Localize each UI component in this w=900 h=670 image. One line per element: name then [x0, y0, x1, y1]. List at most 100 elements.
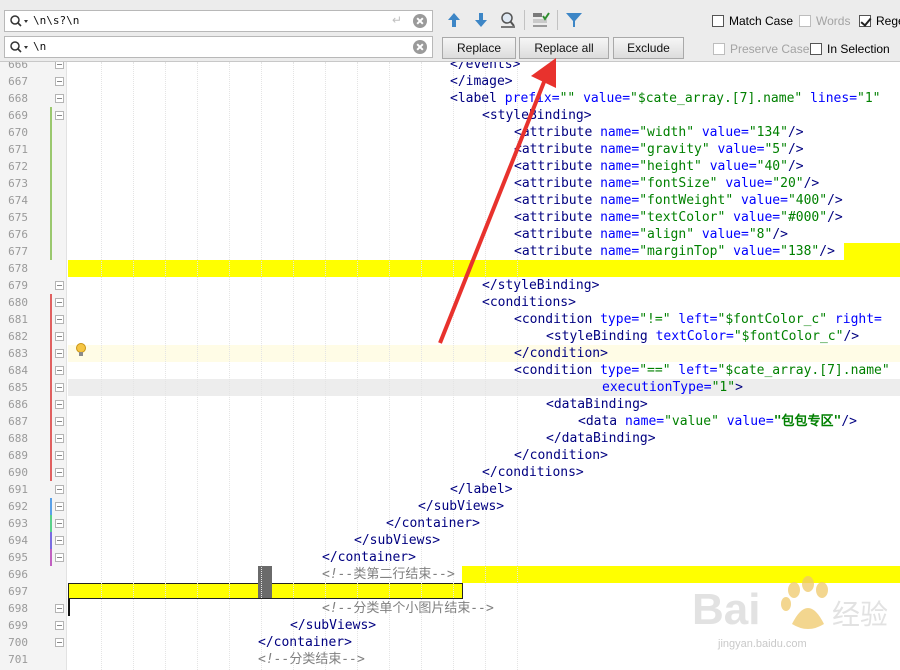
code-line[interactable]: </subViews> — [68, 532, 900, 549]
regex-box[interactable] — [859, 15, 871, 27]
change-marker[interactable] — [50, 107, 52, 124]
in-selection-box[interactable] — [810, 43, 822, 55]
fold-toggle-icon[interactable] — [55, 366, 64, 375]
code-line[interactable]: <data name="value" value="包包专区"/> — [68, 413, 900, 430]
code-line[interactable]: <styleBinding> — [68, 107, 900, 124]
find-all-icon[interactable] — [498, 10, 518, 30]
change-marker[interactable] — [50, 447, 52, 464]
code-line[interactable]: <attribute name="fontWeight" value="400"… — [68, 192, 900, 209]
new-line-icon[interactable]: ↵ — [392, 13, 406, 27]
fold-toggle-icon[interactable] — [55, 349, 64, 358]
fold-toggle-icon[interactable] — [55, 468, 64, 477]
fold-toggle-icon[interactable] — [55, 315, 64, 324]
replace-history-icon[interactable] — [9, 40, 31, 54]
change-marker[interactable] — [50, 498, 52, 515]
change-marker[interactable] — [50, 464, 52, 481]
code-line[interactable]: </label> — [68, 481, 900, 498]
change-marker[interactable] — [50, 124, 52, 141]
change-marker[interactable] — [50, 243, 52, 260]
code-line[interactable]: <condition type="==" left="$cate_array.[… — [68, 362, 900, 379]
change-marker[interactable] — [50, 158, 52, 175]
code-line[interactable]: </styleBinding> — [68, 277, 900, 294]
code-line[interactable]: executionType="1"> — [68, 379, 900, 396]
code-line[interactable]: </container> — [68, 549, 900, 566]
fold-toggle-icon[interactable] — [55, 485, 64, 494]
fold-toggle-icon[interactable] — [55, 502, 64, 511]
fold-toggle-icon[interactable] — [55, 111, 64, 120]
code-line[interactable]: <condition type="!=" left="$fontColor_c"… — [68, 311, 900, 328]
change-marker[interactable] — [50, 311, 52, 328]
change-marker[interactable] — [50, 362, 52, 379]
words-checkbox[interactable]: Words — [799, 13, 855, 29]
previous-occurrence-icon[interactable] — [444, 10, 464, 30]
code-line[interactable]: <attribute name="width" value="134"/> — [68, 124, 900, 141]
search-field[interactable]: \n\s?\n ↵ — [4, 10, 433, 32]
change-marker[interactable] — [50, 209, 52, 226]
select-all-occurrences-icon[interactable] — [531, 10, 551, 30]
words-box[interactable] — [799, 15, 811, 27]
preserve-case-checkbox[interactable]: Preserve Case — [713, 41, 809, 57]
code-line[interactable]: <label prefix="" value="$cate_array.[7].… — [68, 90, 900, 107]
fold-toggle-icon[interactable] — [55, 451, 64, 460]
fold-toggle-icon[interactable] — [55, 621, 64, 630]
code-line[interactable] — [68, 260, 900, 277]
fold-toggle-icon[interactable] — [55, 604, 64, 613]
replace-input[interactable]: \n — [33, 40, 46, 53]
fold-toggle-icon[interactable] — [55, 298, 64, 307]
replace-all-button[interactable]: Replace all — [519, 37, 609, 59]
search-history-icon[interactable] — [9, 14, 31, 28]
clear-replace-icon[interactable] — [413, 40, 427, 54]
change-marker[interactable] — [50, 141, 52, 158]
fold-toggle-icon[interactable] — [55, 434, 64, 443]
fold-toggle-icon[interactable] — [55, 77, 64, 86]
code-line[interactable]: <attribute name="height" value="40"/> — [68, 158, 900, 175]
in-selection-checkbox[interactable]: In Selection — [810, 41, 898, 57]
code-line[interactable]: <attribute name="align" value="8"/> — [68, 226, 900, 243]
change-marker[interactable] — [50, 515, 52, 532]
fold-toggle-icon[interactable] — [55, 553, 64, 562]
change-marker[interactable] — [50, 175, 52, 192]
match-case-box[interactable] — [712, 15, 724, 27]
clear-search-icon[interactable] — [413, 14, 427, 28]
change-marker[interactable] — [50, 328, 52, 345]
search-input[interactable]: \n\s?\n — [33, 14, 79, 27]
fold-toggle-icon[interactable] — [55, 519, 64, 528]
change-marker[interactable] — [50, 413, 52, 430]
fold-toggle-icon[interactable] — [55, 383, 64, 392]
change-marker[interactable] — [50, 396, 52, 413]
change-marker[interactable] — [50, 430, 52, 447]
change-marker[interactable] — [50, 192, 52, 209]
code-line[interactable]: <attribute name="marginTop" value="138"/… — [68, 243, 900, 260]
change-marker[interactable] — [50, 226, 52, 243]
change-marker[interactable] — [50, 294, 52, 311]
code-line[interactable]: </subViews> — [68, 498, 900, 515]
change-marker[interactable] — [50, 379, 52, 396]
match-case-checkbox[interactable]: Match Case — [712, 13, 796, 29]
code-line[interactable]: </container> — [68, 515, 900, 532]
next-occurrence-icon[interactable] — [471, 10, 491, 30]
code-line[interactable]: </dataBinding> — [68, 430, 900, 447]
fold-toggle-icon[interactable] — [55, 638, 64, 647]
code-line[interactable]: </events> — [68, 62, 900, 73]
code-line[interactable]: <attribute name="gravity" value="5"/> — [68, 141, 900, 158]
regex-checkbox[interactable]: Rege — [859, 13, 900, 29]
fold-toggle-icon[interactable] — [55, 62, 64, 69]
fold-toggle-icon[interactable] — [55, 417, 64, 426]
exclude-button[interactable]: Exclude — [613, 37, 684, 59]
preserve-case-box[interactable] — [713, 43, 725, 55]
fold-toggle-icon[interactable] — [55, 400, 64, 409]
replace-button[interactable]: Replace — [442, 37, 516, 59]
fold-toggle-icon[interactable] — [55, 281, 64, 290]
change-marker[interactable] — [50, 549, 52, 566]
code-line[interactable]: <conditions> — [68, 294, 900, 311]
fold-toggle-icon[interactable] — [55, 536, 64, 545]
change-marker[interactable] — [50, 532, 52, 549]
code-line[interactable]: </condition> — [68, 345, 900, 362]
code-line[interactable]: <dataBinding> — [68, 396, 900, 413]
filter-icon[interactable] — [564, 10, 584, 30]
code-line[interactable]: <styleBinding textColor="$fontColor_c"/> — [68, 328, 900, 345]
code-line[interactable]: </condition> — [68, 447, 900, 464]
change-marker[interactable] — [50, 345, 52, 362]
code-line[interactable]: <attribute name="fontSize" value="20"/> — [68, 175, 900, 192]
fold-toggle-icon[interactable] — [55, 332, 64, 341]
